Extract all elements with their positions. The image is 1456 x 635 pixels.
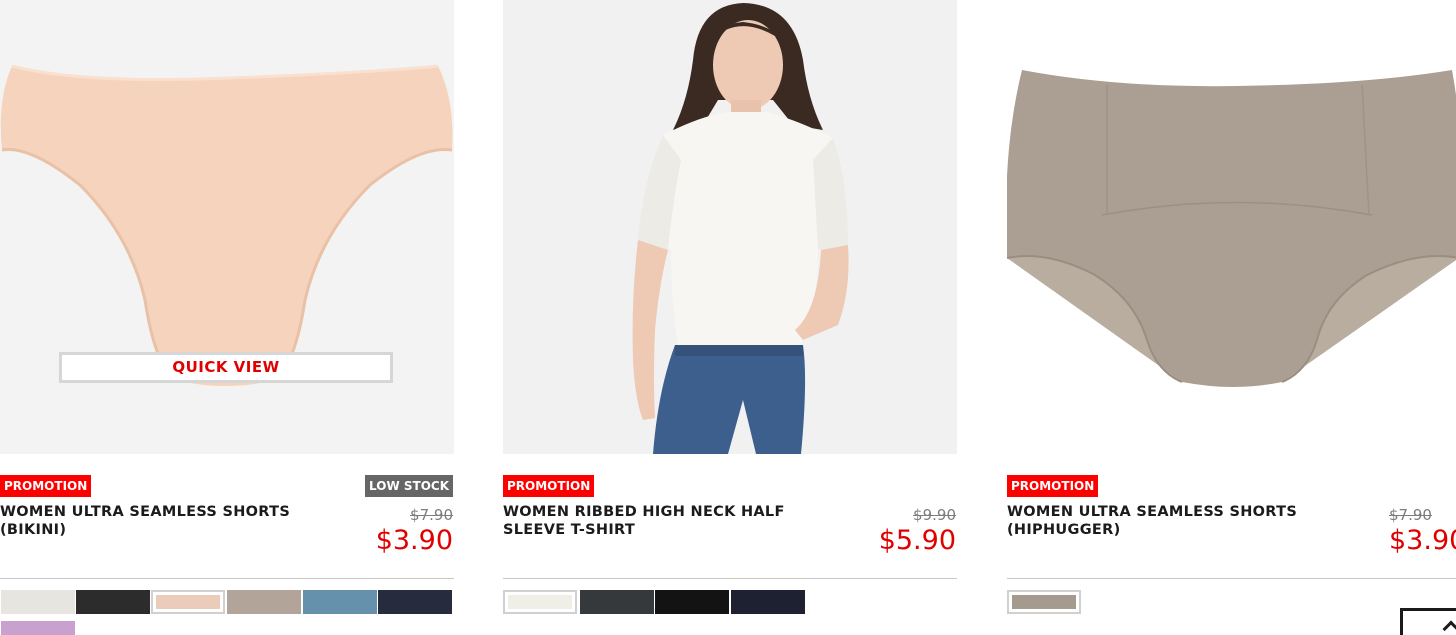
color-swatch[interactable] — [303, 590, 377, 614]
color-swatch[interactable] — [580, 590, 654, 614]
divider — [0, 578, 454, 579]
color-swatch[interactable] — [378, 590, 452, 614]
promotion-badge: PROMOTION — [1007, 475, 1099, 497]
product-image[interactable] — [503, 0, 957, 454]
color-swatch[interactable] — [731, 590, 805, 614]
color-swatch-selected[interactable] — [1007, 590, 1081, 614]
low-stock-badge: LOW STOCK — [365, 475, 453, 497]
sale-price: $3.90 — [375, 525, 453, 556]
back-to-top-button[interactable] — [1400, 608, 1456, 635]
product-card: PROMOTION WOMEN RIBBED HIGH NECK HALF SL… — [503, 0, 957, 635]
product-card: PROMOTION WOMEN ULTRA SEAMLESS SHORTS (H… — [1007, 0, 1456, 635]
hiphugger-shorts-image — [1007, 0, 1456, 454]
original-price: $9.90 — [913, 506, 956, 524]
color-swatch[interactable] — [1, 590, 75, 614]
chevron-up-icon — [1442, 620, 1456, 635]
sale-price: $5.90 — [878, 525, 956, 556]
color-swatch[interactable] — [655, 590, 729, 614]
divider — [1007, 578, 1456, 579]
promotion-badge: PROMOTION — [0, 475, 92, 497]
product-title[interactable]: WOMEN ULTRA SEAMLESS SHORTS (HIPHUGGER) — [1007, 503, 1317, 539]
sale-price: $3.90 — [1389, 525, 1456, 556]
product-image[interactable]: QUICK VIEW — [0, 0, 454, 454]
original-price: $7.90 — [1389, 506, 1432, 524]
product-title[interactable]: WOMEN RIBBED HIGH NECK HALF SLEEVE T-SHI… — [503, 503, 813, 539]
original-price: $7.90 — [410, 506, 453, 524]
color-swatch[interactable] — [76, 590, 150, 614]
color-swatch-selected[interactable] — [151, 590, 225, 614]
product-image[interactable] — [1007, 0, 1456, 454]
color-swatch[interactable] — [1, 621, 75, 635]
promotion-badge: PROMOTION — [503, 475, 595, 497]
product-card: QUICK VIEW PROMOTION LOW STOCK WOMEN ULT… — [0, 0, 454, 635]
bikini-shorts-image — [0, 0, 454, 454]
color-swatch-selected[interactable] — [503, 590, 577, 614]
quick-view-button[interactable]: QUICK VIEW — [59, 352, 393, 383]
divider — [503, 578, 957, 579]
product-title[interactable]: WOMEN ULTRA SEAMLESS SHORTS (BIKINI) — [0, 503, 310, 539]
model-tshirt-image — [503, 0, 957, 454]
color-swatch[interactable] — [227, 590, 301, 614]
